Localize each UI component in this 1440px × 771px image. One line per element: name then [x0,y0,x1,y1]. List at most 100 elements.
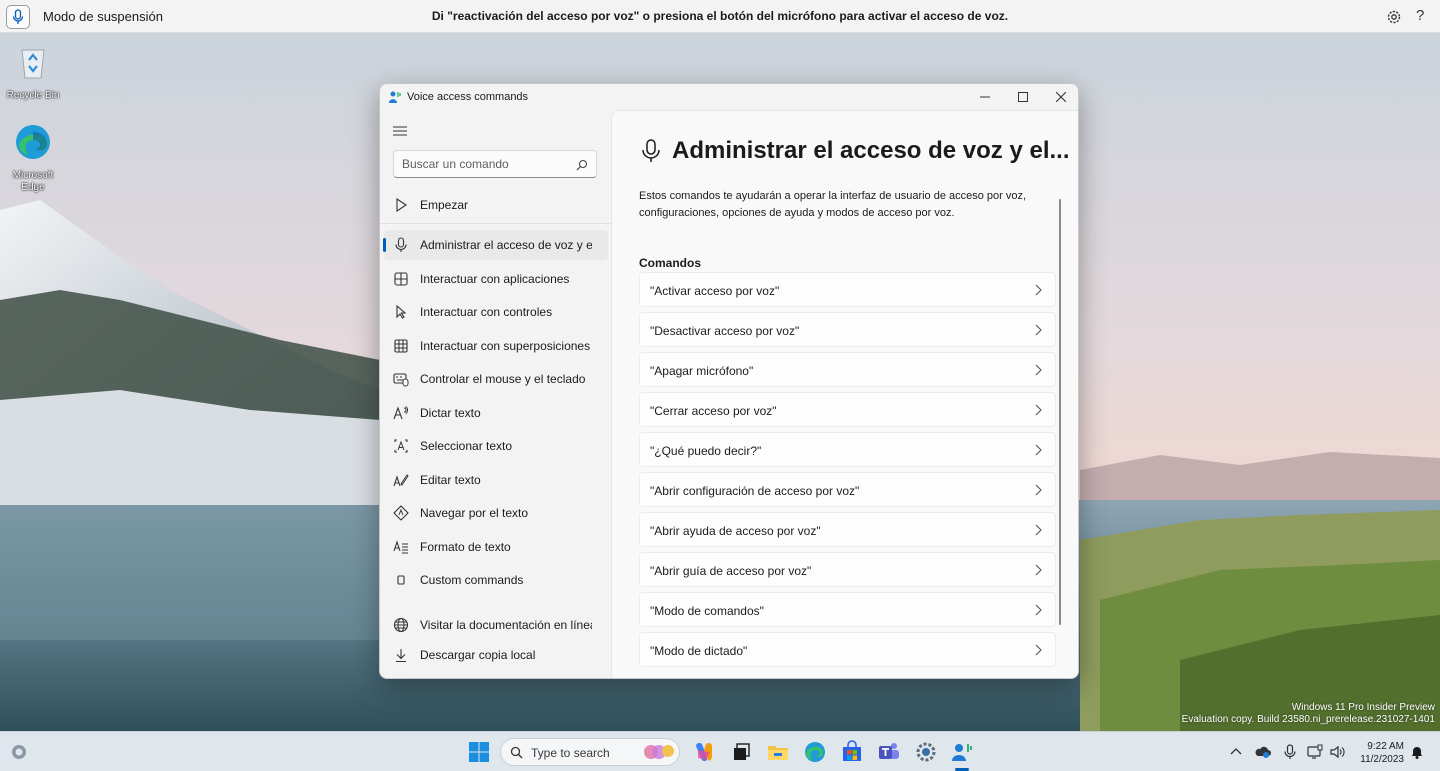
teams-icon[interactable] [877,740,901,764]
command-item[interactable]: "Modo de comandos" [639,592,1056,627]
chevron-right-icon [1035,364,1042,376]
help-question-icon[interactable]: ? [1416,7,1424,24]
maximize-button[interactable] [1004,84,1042,110]
chevron-right-icon [1035,524,1042,536]
minimize-button[interactable] [966,84,1004,110]
custom-commands-icon [397,575,405,585]
nav-item-controles[interactable]: Interactuar con controles [384,297,608,327]
page-title: Administrar el acceso de voz y el... [672,137,1070,164]
close-button[interactable] [1042,84,1078,110]
command-search-input[interactable] [402,156,572,172]
voice-access-app-icon [389,91,401,103]
clock-date: 11/2/2023 [1360,754,1404,765]
nav-item-seleccionar[interactable]: Seleccionar texto [384,431,608,461]
window-titlebar[interactable]: Voice access commands [380,84,1078,110]
widgets-icon[interactable] [10,743,28,761]
command-label: "Abrir ayuda de acceso por voz" [650,524,821,538]
command-item[interactable]: "Apagar micrófono" [639,352,1056,387]
command-item[interactable]: "Desactivar acceso por voz" [639,312,1056,347]
chevron-right-icon [1035,324,1042,336]
nav-item-documentacion[interactable]: Visitar la documentación en línea [384,610,608,640]
copilot-preview-icon[interactable] [692,740,716,764]
nav-item-label: Descargar copia local [420,648,536,662]
voice-access-app-icon[interactable] [950,740,974,764]
volume-icon[interactable] [1329,744,1345,760]
command-item[interactable]: "Abrir configuración de acceso por voz" [639,472,1056,507]
window-title: Voice access commands [407,91,529,103]
settings-gear-icon[interactable] [1385,8,1403,26]
nav-item-navegar[interactable]: Navegar por el texto [384,498,608,528]
nav-item-aplicaciones[interactable]: Interactuar con aplicaciones [384,264,608,294]
command-item[interactable]: "Cerrar acceso por voz" [639,392,1056,427]
nav-item-label: Interactuar con superposiciones [420,339,591,353]
settings-app-icon[interactable] [914,740,938,764]
play-outline-icon [396,197,407,213]
apps-grid-icon [394,272,408,286]
show-hidden-icons-chevron-icon[interactable] [1228,744,1244,760]
commands-section-heading: Comandos [639,256,702,270]
chevron-right-icon [1035,484,1042,496]
dictate-text-icon [393,406,409,420]
command-item[interactable]: "Abrir guía de acceso por voz" [639,552,1056,587]
onedrive-cloud-icon[interactable] [1255,744,1271,760]
command-label: "Activar acceso por voz" [650,284,780,298]
start-windows-icon[interactable] [467,740,491,764]
nav-item-label: Administrar el acceso de voz y el [420,238,592,252]
microphone-icon[interactable] [1282,744,1298,760]
edge-browser-icon[interactable] [803,740,827,764]
nav-item-label: Custom commands [420,573,524,587]
taskbar-clock[interactable]: 9:22 AM 11/2/2023 [1350,740,1404,766]
desktop-icon-recycle-bin[interactable]: Recycle Bin [1,42,65,102]
nav-item-empezar[interactable]: Empezar [384,190,608,220]
nav-item-descargar[interactable]: Descargar copia local [384,640,608,670]
command-label: "Cerrar acceso por voz" [650,404,777,418]
notification-bell-icon[interactable] [1409,744,1425,760]
globe-icon [393,617,409,633]
chevron-right-icon [1035,604,1042,616]
microsoft-store-icon[interactable] [840,740,864,764]
desktop-icon-microsoft-edge[interactable]: Microsoft Edge [1,122,65,194]
download-icon [396,649,406,663]
nav-item-label: Controlar el mouse y el teclado [420,372,586,386]
nav-item-editar[interactable]: Editar texto [384,465,608,495]
nav-item-label: Visitar la documentación en línea [420,618,592,632]
watermark-build: Evaluation copy. Build 23580.ni_prerelea… [1181,714,1435,725]
hamburger-menu-icon[interactable] [392,124,408,138]
command-item[interactable]: "Abrir ayuda de acceso por voz" [639,512,1056,547]
nav-divider [380,223,611,224]
command-label: "Modo de comandos" [650,604,764,618]
nav-item-mouse-teclado[interactable]: Controlar el mouse y el teclado [384,364,608,394]
select-text-icon [394,439,408,453]
command-label: "Abrir configuración de acceso por voz" [650,484,860,498]
task-view-icon[interactable] [729,740,753,764]
nav-item-dictar[interactable]: Dictar texto [384,398,608,428]
recycle-bin-icon [21,49,45,79]
microphone-icon [395,237,407,252]
nav-item-custom-commands[interactable]: Custom commands [384,565,608,595]
command-item[interactable]: "Modo de dictado" [639,632,1056,667]
chevron-right-icon [1035,284,1042,296]
search-icon[interactable] [576,159,588,171]
search-icon [510,746,523,759]
file-explorer-icon[interactable] [766,740,790,764]
nav-item-label: Interactuar con controles [420,305,553,319]
keyboard-mouse-icon [393,373,409,387]
evaluation-watermark: Windows 11 Pro Insider Preview Evaluatio… [1182,702,1435,726]
command-label: "Desactivar acceso por voz" [650,324,800,338]
voice-access-hint: Di "reactivación del acceso por voz" o p… [431,9,1009,23]
microphone-icon [642,139,660,162]
command-item[interactable]: "¿Qué puedo decir?" [639,432,1056,467]
chevron-right-icon [1035,404,1042,416]
nav-item-administrar[interactable]: Administrar el acceso de voz y el [383,230,608,260]
command-search-box[interactable] [393,150,597,178]
nav-item-label: Empezar [420,198,469,212]
nav-item-superposiciones[interactable]: Interactuar con superposiciones [384,331,608,361]
network-icon[interactable] [1307,744,1323,760]
command-item[interactable]: "Activar acceso por voz" [639,272,1056,307]
taskbar-search-box[interactable]: Type to search [500,738,680,766]
desktop-icon-label: Microsoft Edge [12,170,54,193]
format-text-icon [393,540,408,554]
content-scrollbar[interactable] [1059,199,1061,625]
watermark-edition: Windows 11 Pro Insider Preview [1291,702,1435,713]
nav-item-formato[interactable]: Formato de texto [384,532,608,562]
